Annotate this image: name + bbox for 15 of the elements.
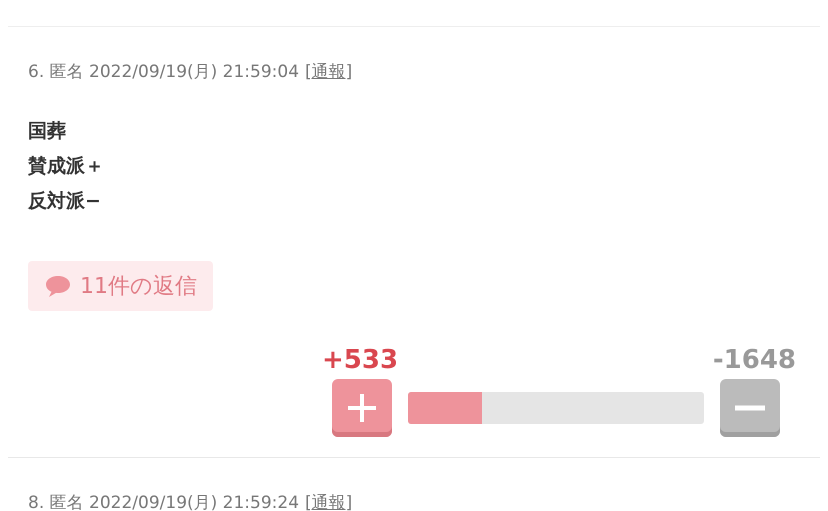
plus-score: +533 — [322, 345, 398, 375]
comment-meta: 6. 匿名 2022/09/19(月) 21:59:04 — [28, 61, 300, 83]
plus-button[interactable] — [332, 379, 392, 437]
minus-icon — [735, 405, 765, 411]
comment-text-line: 賛成派＋ — [28, 154, 105, 179]
comment-meta: 8. 匿名 2022/09/19(月) 21:59:24 — [28, 492, 300, 511]
plus-icon — [347, 393, 377, 423]
replies-button[interactable]: 11件の返信 — [28, 261, 213, 311]
minus-score: -1648 — [712, 345, 796, 375]
report-link[interactable]: [通報] — [305, 491, 352, 511]
comment-text-line: 反対派− — [28, 189, 102, 214]
speech-bubble-icon — [44, 274, 72, 298]
report-link[interactable]: [通報] — [305, 60, 352, 83]
minus-button[interactable] — [720, 379, 780, 437]
comment-text-line: 国葬 — [28, 119, 67, 144]
